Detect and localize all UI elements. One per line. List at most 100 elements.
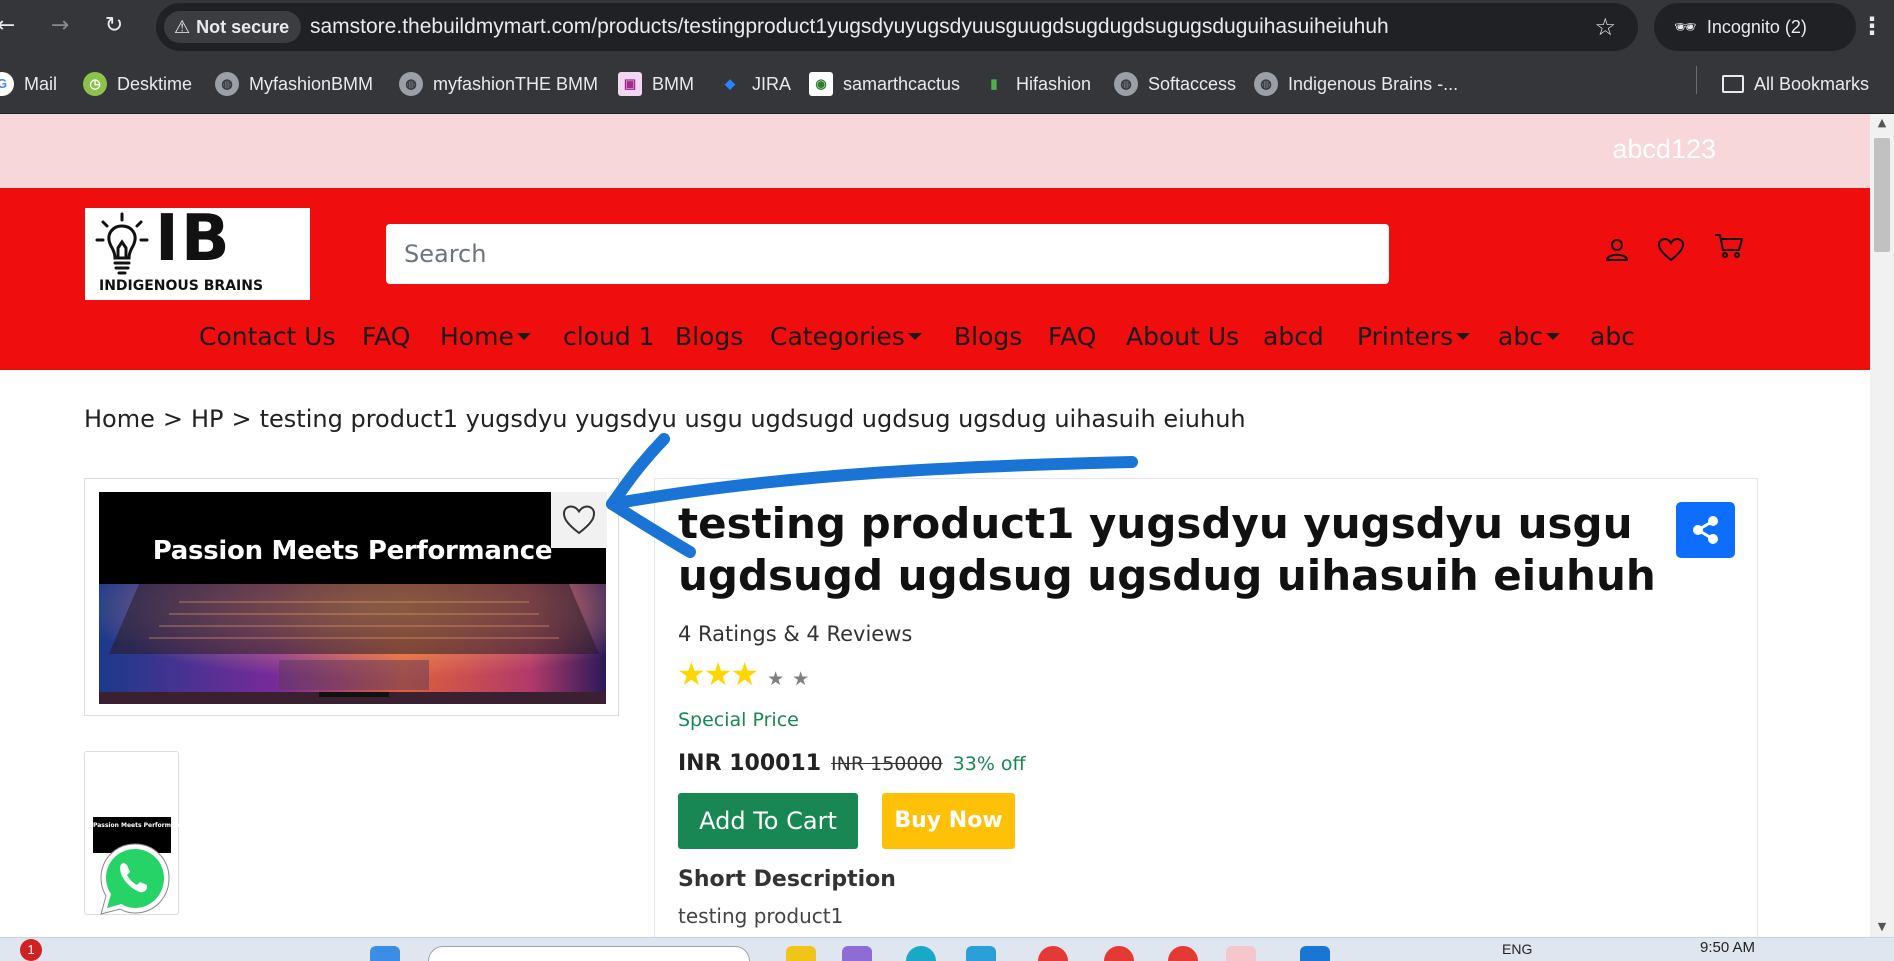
breadcrumb: Home > HP > testing product1 yugsdyu yugsdyu… — [84, 405, 1246, 433]
breadcrumb-home[interactable]: Home — [84, 405, 155, 433]
bookmark-label: Softaccess — [1148, 74, 1237, 94]
nav-item[interactable]: FAQ — [362, 314, 410, 360]
language-indicator[interactable]: ENG — [1502, 941, 1532, 957]
os-taskbar: 1 ENG 9:50 AM — [0, 937, 1894, 961]
reload-icon[interactable]: ↻ — [100, 12, 128, 40]
sale-price: INR 100011 — [678, 751, 822, 776]
add-to-cart-button[interactable]: Add To Cart — [678, 793, 858, 849]
product-image[interactable]: Passion Meets Performance — [99, 492, 606, 704]
logo-letters: IB — [155, 202, 232, 276]
web-page: abcd123 IB INDIGENOUS BRAINS Search Cont… — [0, 114, 1870, 937]
incognito-chip[interactable]: 🕶 Incognito (2) — [1654, 3, 1856, 51]
star-filled-icon: ★ — [677, 655, 706, 693]
nav-item-dropdown[interactable]: abc — [1498, 314, 1560, 360]
nav-item[interactable]: About Us — [1126, 314, 1239, 360]
ratings-summary: 4 Ratings & 4 Reviews — [678, 622, 913, 646]
bookmark-item[interactable]: ◍ MyfashionBMM — [215, 68, 373, 100]
app-icon[interactable] — [842, 946, 872, 961]
logo-tagline: INDIGENOUS BRAINS — [99, 278, 264, 294]
nav-item-dropdown[interactable]: Home — [440, 314, 531, 360]
nav-item[interactable]: Blogs — [954, 314, 1022, 360]
scroll-down-icon[interactable]: ▼ — [1870, 920, 1894, 933]
bookmark-star-icon[interactable]: ☆ — [1594, 3, 1616, 51]
page-scrollbar[interactable]: ▲ ▼ — [1870, 114, 1894, 937]
user-icon[interactable] — [1599, 232, 1635, 268]
bookmarks-divider — [1696, 66, 1697, 94]
app-icon[interactable] — [906, 946, 936, 961]
all-bookmarks[interactable]: All Bookmarks — [1722, 68, 1869, 100]
browser-toolbar: ← → ↻ ⚠ Not secure samstore.thebuildmymar… — [0, 0, 1894, 54]
start-icon[interactable] — [370, 946, 400, 961]
bookmark-label: MyfashionBMM — [249, 74, 374, 94]
bookmark-item[interactable]: ◆ JIRA — [718, 68, 791, 100]
bookmark-item[interactable]: ◍ Softaccess — [1114, 68, 1236, 100]
search-input[interactable] — [386, 224, 1389, 284]
bookmark-item[interactable]: ▮ Hifashion — [982, 68, 1091, 100]
app-icon[interactable] — [786, 946, 816, 961]
browser-menu-icon[interactable]: ⋮ — [1858, 10, 1886, 42]
bookmark-item[interactable]: ◍ Indigenous Brains -... — [1254, 68, 1458, 100]
lightbulb-icon — [95, 212, 149, 275]
globe-icon: ◍ — [215, 71, 239, 96]
bookmark-label: Indigenous Brains -... — [1288, 74, 1459, 94]
incognito-label: Incognito (2) — [1706, 17, 1807, 37]
hifashion-icon: ▮ — [990, 75, 998, 91]
bookmark-item[interactable]: ▣ BMM — [618, 68, 694, 100]
caret-down-icon — [1456, 332, 1471, 340]
bmm-icon: ▣ — [618, 71, 642, 96]
forward-icon[interactable]: → — [46, 12, 74, 40]
chrome-app-icon[interactable] — [1104, 946, 1134, 961]
add-to-wishlist-button[interactable] — [551, 492, 607, 548]
caret-down-icon — [907, 332, 922, 340]
bookmark-item[interactable]: ◷ Desktime — [83, 68, 192, 100]
clock[interactable]: 9:50 AM — [1700, 939, 1755, 956]
share-icon — [1693, 516, 1718, 544]
nav-item[interactable]: abc — [1590, 314, 1635, 360]
discount-badge: 33% off — [952, 753, 1026, 775]
scroll-up-icon[interactable]: ▲ — [1870, 116, 1894, 129]
product-image-card: Passion Meets Performance — [84, 478, 619, 716]
security-label: Not secure — [196, 17, 290, 37]
back-icon[interactable]: ← — [0, 12, 20, 40]
nav-item-dropdown[interactable]: Printers — [1357, 314, 1471, 360]
wishlist-heart-icon[interactable] — [1653, 232, 1689, 268]
cart-icon[interactable] — [1711, 228, 1747, 264]
bookmark-label: Desktime — [117, 74, 193, 94]
share-button[interactable] — [1676, 502, 1735, 558]
bookmark-label: BMM — [652, 74, 694, 94]
incognito-icon: 🕶 — [1674, 17, 1697, 37]
address-bar[interactable]: ⚠ Not secure samstore.thebuildmymart.com/… — [156, 3, 1638, 51]
nav-item[interactable]: abcd — [1263, 314, 1324, 360]
nav-item[interactable]: Blogs — [675, 314, 743, 360]
chrome-app-icon[interactable] — [1168, 946, 1198, 961]
short-description-text: testing product1 — [678, 904, 844, 928]
bookmark-item[interactable]: ◍ myfashionTHE BMM — [399, 68, 598, 100]
nav-item[interactable]: Contact Us — [199, 314, 336, 360]
taskbar-search[interactable] — [428, 946, 750, 961]
star-rating: ★★★ ★ ★ — [677, 654, 809, 699]
app-icon[interactable] — [1226, 946, 1256, 961]
bookmarks-bar: G Mail ◷ Desktime ◍ MyfashionBMM ◍ myfashion… — [0, 54, 1894, 114]
url-text[interactable]: samstore.thebuildmymart.com/products/tes… — [310, 3, 1389, 51]
app-icon[interactable] — [1300, 946, 1330, 961]
globe-icon: ◍ — [1254, 71, 1278, 96]
promo-bar: abcd123 — [0, 114, 1870, 188]
buy-now-button[interactable]: Buy Now — [882, 793, 1015, 849]
scrollbar-thumb[interactable] — [1874, 138, 1890, 252]
chrome-app-icon[interactable] — [1038, 946, 1068, 961]
globe-icon: ◍ — [1114, 71, 1138, 96]
caret-down-icon — [516, 332, 531, 340]
site-logo[interactable]: IB INDIGENOUS BRAINS — [85, 202, 310, 300]
laptop-image — [99, 584, 606, 704]
security-chip[interactable]: ⚠ Not secure — [164, 11, 302, 43]
bookmark-item[interactable]: G Mail — [0, 68, 57, 100]
notification-badge[interactable]: 1 — [20, 939, 42, 961]
nav-item[interactable]: cloud 1 — [563, 314, 655, 360]
bookmark-item[interactable]: ◉ samarthcactus — [809, 68, 960, 100]
nav-item[interactable]: FAQ — [1048, 314, 1096, 360]
star-empty-icon: ★ — [767, 668, 784, 690]
whatsapp-icon[interactable] — [94, 838, 176, 920]
nav-item-dropdown[interactable]: Categories — [770, 314, 922, 360]
breadcrumb-category[interactable]: HP — [191, 405, 224, 433]
app-icon[interactable] — [966, 946, 996, 961]
